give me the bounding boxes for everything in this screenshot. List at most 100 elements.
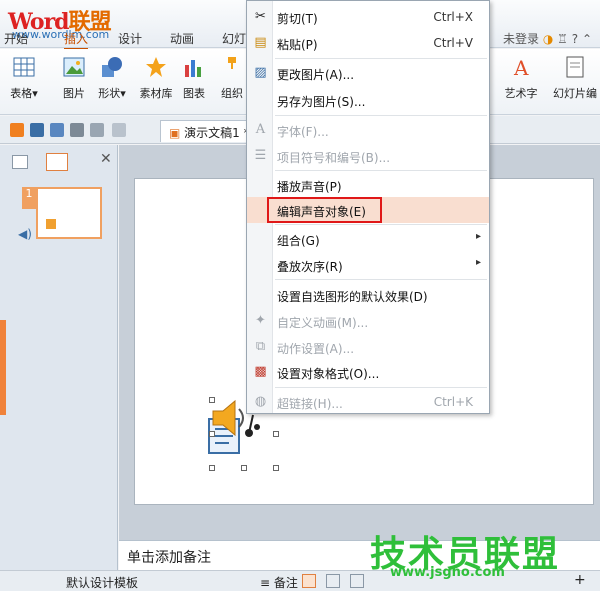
material-button[interactable]: 素材库: [136, 55, 176, 101]
menu-label: 字体(F)...: [277, 125, 329, 139]
menu-item-font: A 字体(F)...: [247, 117, 489, 143]
menu-item-cut[interactable]: ✂ 剪切(T) Ctrl+X: [247, 4, 489, 30]
slide-number-button[interactable]: 幻灯片编: [552, 55, 598, 101]
menu-separator: [275, 115, 487, 116]
shapes-icon: [100, 55, 124, 79]
minimize-ribbon-icon[interactable]: ⌃: [582, 32, 592, 46]
chart-icon: [182, 55, 206, 79]
table-icon: [12, 55, 36, 79]
slides-tab-icon[interactable]: [46, 153, 68, 171]
document-title: 演示文稿1 *: [184, 126, 250, 140]
action-settings-icon: ⧉: [255, 339, 266, 354]
bullets-icon: ☰: [254, 148, 267, 163]
menu-item-set-default-effect[interactable]: 设置自选图形的默认效果(D): [247, 282, 489, 308]
document-tab[interactable]: ▣ 演示文稿1 *: [160, 120, 259, 142]
menu-label: 超链接(H)...: [277, 397, 343, 411]
shapes-label: 形状: [98, 87, 121, 100]
menu-label: 更改图片(A)...: [277, 68, 355, 82]
table-button[interactable]: 表格▾: [4, 55, 44, 101]
chart-button[interactable]: 图表: [174, 55, 214, 101]
save-icon[interactable]: [30, 123, 44, 137]
tab-home[interactable]: 开始: [4, 30, 28, 47]
watermark-url: www.jsgho.com: [390, 565, 505, 580]
context-menu: ✂ 剪切(T) Ctrl+X ▤ 粘贴(P) Ctrl+V ▨ 更改图片(A).…: [246, 0, 490, 414]
login-label[interactable]: 未登录: [503, 32, 539, 46]
menu-item-play-sound[interactable]: 播放声音(P): [247, 172, 489, 198]
menu-item-format-object[interactable]: ▩ 设置对象格式(O)...: [247, 359, 489, 385]
redo-icon[interactable]: [112, 123, 126, 137]
picture-button[interactable]: 图片: [54, 55, 94, 101]
template-name: 默认设计模板: [66, 576, 139, 590]
shapes-button[interactable]: 形状▾: [92, 55, 132, 101]
chart-label: 图表: [183, 87, 205, 100]
menu-label: 播放声音(P): [277, 180, 342, 194]
tab-design[interactable]: 设计: [118, 30, 142, 47]
app-menu-icon[interactable]: [10, 123, 24, 137]
format-object-icon: ▩: [254, 364, 267, 379]
sorter-view-icon[interactable]: [326, 574, 340, 588]
notes-toggle[interactable]: ≡ 备注: [260, 574, 298, 591]
wordart-icon: A: [509, 55, 533, 80]
menu-label: 剪切(T): [277, 12, 318, 26]
shirt-icon[interactable]: ♖: [557, 32, 568, 46]
menu-item-edit-sound-object[interactable]: 编辑声音对象(E): [247, 197, 489, 223]
print-icon[interactable]: [70, 123, 84, 137]
menu-separator: [275, 224, 487, 225]
custom-animation-icon: ✦: [255, 313, 266, 328]
open-icon[interactable]: [50, 123, 64, 137]
resize-handle-se[interactable]: [273, 465, 279, 471]
org-chart-icon: [220, 55, 244, 79]
menu-item-action-settings: ⧉ 动作设置(A)...: [247, 334, 489, 360]
help-icon[interactable]: ?: [572, 32, 578, 46]
hyperlink-icon: ◍: [254, 394, 267, 409]
resize-handle-nw[interactable]: [209, 397, 215, 403]
menu-item-order[interactable]: 叠放次序(R) ▸: [247, 252, 489, 278]
tab-insert[interactable]: 插入: [64, 30, 89, 50]
wordart-button[interactable]: A 艺术字: [498, 55, 544, 101]
slide-number: 1: [22, 187, 36, 209]
normal-view-icon[interactable]: [302, 574, 316, 588]
outline-tab-icon[interactable]: [12, 155, 28, 169]
submenu-arrow-icon: ▸: [475, 231, 481, 242]
notes-toggle-label: 备注: [273, 576, 298, 590]
menu-item-change-picture[interactable]: ▨ 更改图片(A)...: [247, 60, 489, 86]
material-label: 素材库: [139, 87, 173, 100]
account-area[interactable]: 未登录 ◑ ♖ ? ⌃: [503, 30, 592, 47]
tab-animation[interactable]: 动画: [170, 30, 194, 47]
menu-label: 叠放次序(R): [277, 260, 343, 274]
resize-handle-sw[interactable]: [209, 465, 215, 471]
slide-number-icon: [563, 55, 587, 79]
skin-icon[interactable]: ◑: [543, 32, 553, 46]
picture-icon: [62, 55, 86, 79]
menu-item-paste[interactable]: ▤ 粘贴(P) Ctrl+V: [247, 30, 489, 56]
menu-label: 粘贴(P): [277, 38, 318, 52]
menu-item-save-as-picture[interactable]: 另存为图片(S)...: [247, 87, 489, 113]
resize-handle-w[interactable]: [209, 431, 215, 437]
submenu-arrow-icon: ▸: [475, 257, 481, 268]
menu-item-group[interactable]: 组合(G) ▸: [247, 226, 489, 252]
resize-handle-s[interactable]: [241, 465, 247, 471]
resize-handle-e[interactable]: [273, 431, 279, 437]
picture-label: 图片: [63, 87, 85, 100]
change-picture-icon: ▨: [254, 65, 267, 80]
menu-separator: [275, 279, 487, 280]
sound-indicator-icon: ◀): [18, 227, 32, 241]
reading-view-icon[interactable]: [350, 574, 364, 588]
menu-label: 动作设置(A)...: [277, 342, 355, 356]
tab-slideshow[interactable]: 幻灯: [222, 30, 246, 47]
slide-thumbnail[interactable]: [36, 187, 102, 239]
close-panel-icon[interactable]: ✕: [100, 151, 112, 167]
notes-placeholder[interactable]: 单击添加备注: [127, 547, 211, 567]
menu-label: 项目符号和编号(B)...: [277, 151, 391, 165]
menu-label: 编辑声音对象(E): [277, 205, 366, 219]
panel-collapse-handle[interactable]: [0, 320, 6, 415]
table-label: 表格: [10, 87, 33, 100]
star-icon: [144, 55, 168, 79]
scissors-icon: ✂: [255, 9, 266, 24]
zoom-in-icon[interactable]: +: [574, 572, 586, 588]
menu-item-hyperlink: ◍ 超链接(H)... Ctrl+K: [247, 389, 489, 415]
menu-separator: [275, 387, 487, 388]
undo-icon[interactable]: [90, 123, 104, 137]
menu-label: 自定义动画(M)...: [277, 316, 369, 330]
paste-icon: ▤: [254, 35, 267, 50]
